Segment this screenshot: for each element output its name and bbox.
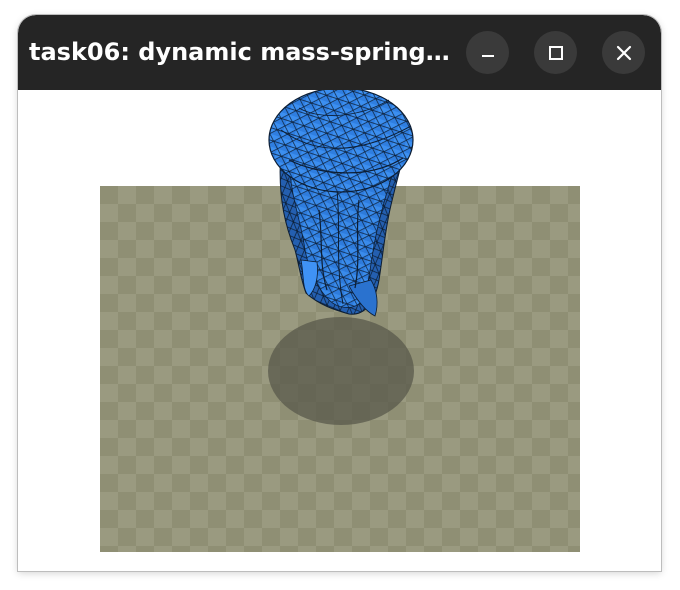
minimize-button[interactable] [466,31,509,74]
title-bar[interactable]: task06: dynamic mass-spring… [18,15,661,90]
close-icon [616,45,631,60]
maximize-icon [548,45,563,60]
close-button[interactable] [602,31,645,74]
cloth-shadow [268,317,414,425]
window-title: task06: dynamic mass-spring… [29,38,450,66]
minimize-icon [481,54,494,57]
gl-canvas[interactable] [19,90,660,570]
maximize-button[interactable] [534,31,577,74]
app-window: task06: dynamic mass-spring… [18,15,661,571]
scene-viewport[interactable] [19,90,660,570]
